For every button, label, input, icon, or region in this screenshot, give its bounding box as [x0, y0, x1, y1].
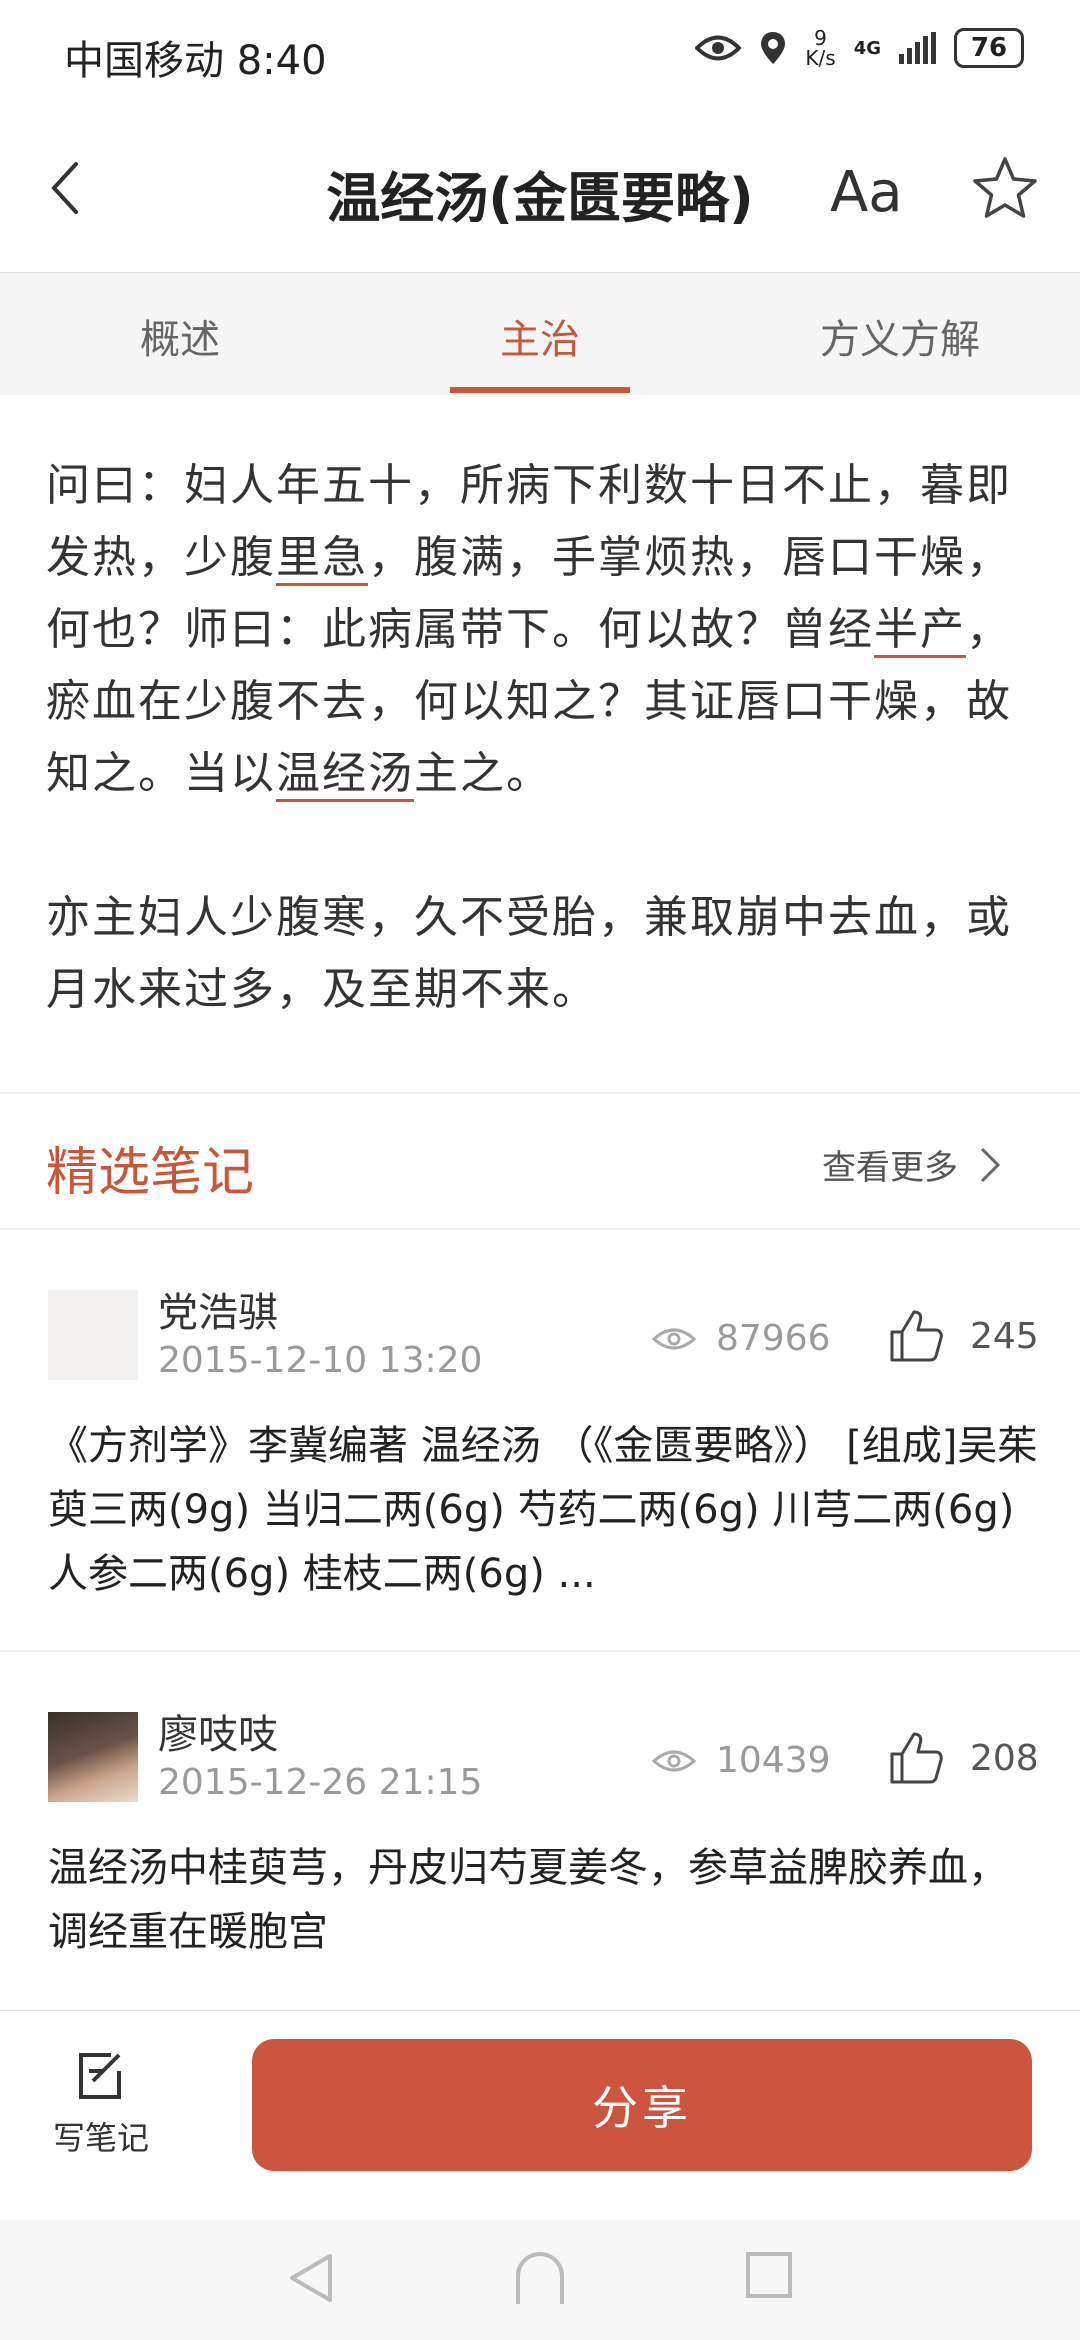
top-app-bar: 温经汤(金匮要略) Aa	[0, 110, 1080, 270]
share-button[interactable]: 分享	[252, 2039, 1032, 2171]
avatar[interactable]	[48, 1290, 138, 1380]
speed-unit: K/s	[805, 46, 836, 70]
network-speed: 9 K/s	[805, 28, 835, 68]
bottom-action-bar: 写笔记 分享	[0, 2010, 1080, 2231]
font-size-button[interactable]: Aa	[830, 160, 903, 225]
status-icons: 9 K/s 4G 76	[695, 28, 1024, 68]
tab-overview[interactable]: 概述	[30, 307, 330, 365]
indications-content: 问曰：妇人年五十，所病下利数十日不止，暮即发热，少腹里急，腹满，手掌烦热，唇口干…	[46, 450, 1036, 1098]
note-date: 2015-12-10 13:20	[158, 1340, 483, 1381]
term-link[interactable]: 半产	[874, 604, 966, 658]
active-tab-indicator	[450, 387, 630, 393]
status-bar: 中国移动 8:40 9 K/s 4G 76	[0, 0, 1080, 110]
network-type: 4G	[853, 37, 881, 59]
eye-icon	[652, 1750, 696, 1771]
star-icon[interactable]	[970, 154, 1040, 224]
notes-section-title: 精选笔记	[46, 1143, 255, 1203]
indications-paragraph-2: 亦主妇人少腹寒，久不受胎，兼取崩中去血，或月水来过多，及至期不来。	[46, 892, 1012, 1015]
speed-value: 9	[814, 26, 827, 50]
term-link[interactable]: 温经汤	[276, 748, 414, 802]
like-button[interactable]: 245	[888, 1308, 1039, 1364]
nav-home-icon[interactable]	[510, 2246, 570, 2306]
note-author: 党浩骐	[158, 1290, 278, 1336]
nav-back-icon[interactable]	[286, 2250, 336, 2306]
like-button[interactable]: 208	[888, 1730, 1039, 1786]
paragraph-text: 主之。	[414, 748, 552, 799]
battery-icon: 76	[954, 28, 1024, 68]
term-link[interactable]: 里急	[276, 532, 368, 586]
signal-icon	[899, 32, 936, 64]
write-note-label: 写笔记	[52, 2119, 149, 2157]
thumbs-up-icon	[890, 1732, 943, 1784]
location-icon	[761, 32, 786, 64]
section-divider	[0, 1092, 1080, 1094]
see-more-label: 查看更多	[822, 1148, 958, 1188]
see-more-link[interactable]: 查看更多	[822, 1140, 1002, 1189]
view-count: 87966	[652, 1318, 831, 1359]
note-card[interactable]: 党浩骐 2015-12-10 13:20 87966 245 《方剂学》李冀编著…	[0, 1230, 1080, 1650]
like-count: 245	[970, 1315, 1039, 1357]
view-count: 10439	[652, 1740, 831, 1781]
note-author: 廖吱吱	[158, 1712, 278, 1758]
indications-paragraph-1: 问曰：妇人年五十，所病下利数十日不止，暮即发热，少腹里急，腹满，手掌烦热，唇口干…	[46, 450, 1036, 810]
note-date: 2015-12-26 21:15	[158, 1762, 483, 1803]
nav-recents-icon[interactable]	[744, 2250, 794, 2300]
avatar[interactable]	[48, 1712, 138, 1802]
tab-formula-analysis[interactable]: 方义方解	[750, 307, 1050, 365]
write-note-button[interactable]: 写笔记	[46, 2047, 156, 2159]
chevron-right-icon	[980, 1147, 1001, 1182]
tab-indications[interactable]: 主治	[390, 307, 690, 365]
thumbs-up-icon	[890, 1310, 943, 1362]
note-excerpt: 《方剂学》李冀编著 温经汤 （《金匮要略》） [组成]吴茱萸三两(9g) 当归二…	[48, 1423, 1038, 1597]
carrier-time: 中国移动 8:40	[64, 38, 327, 84]
view-count-value: 87966	[716, 1318, 831, 1359]
like-count: 208	[970, 1737, 1039, 1779]
eye-icon	[695, 35, 742, 61]
page-title: 温经汤(金匮要略)	[326, 167, 754, 230]
system-nav-bar	[0, 2220, 1080, 2340]
view-count-value: 10439	[716, 1740, 831, 1781]
tab-bar: 概述 主治 方义方解	[0, 272, 1080, 395]
eye-icon	[652, 1328, 696, 1349]
note-excerpt: 温经汤中桂萸芎，丹皮归芍夏姜冬，参草益脾胶养血，调经重在暖胞宫	[48, 1845, 1008, 1955]
note-card[interactable]: 廖吱吱 2015-12-26 21:15 10439 208 温经汤中桂萸芎，丹…	[0, 1652, 1080, 2072]
edit-note-icon	[79, 2053, 121, 2099]
